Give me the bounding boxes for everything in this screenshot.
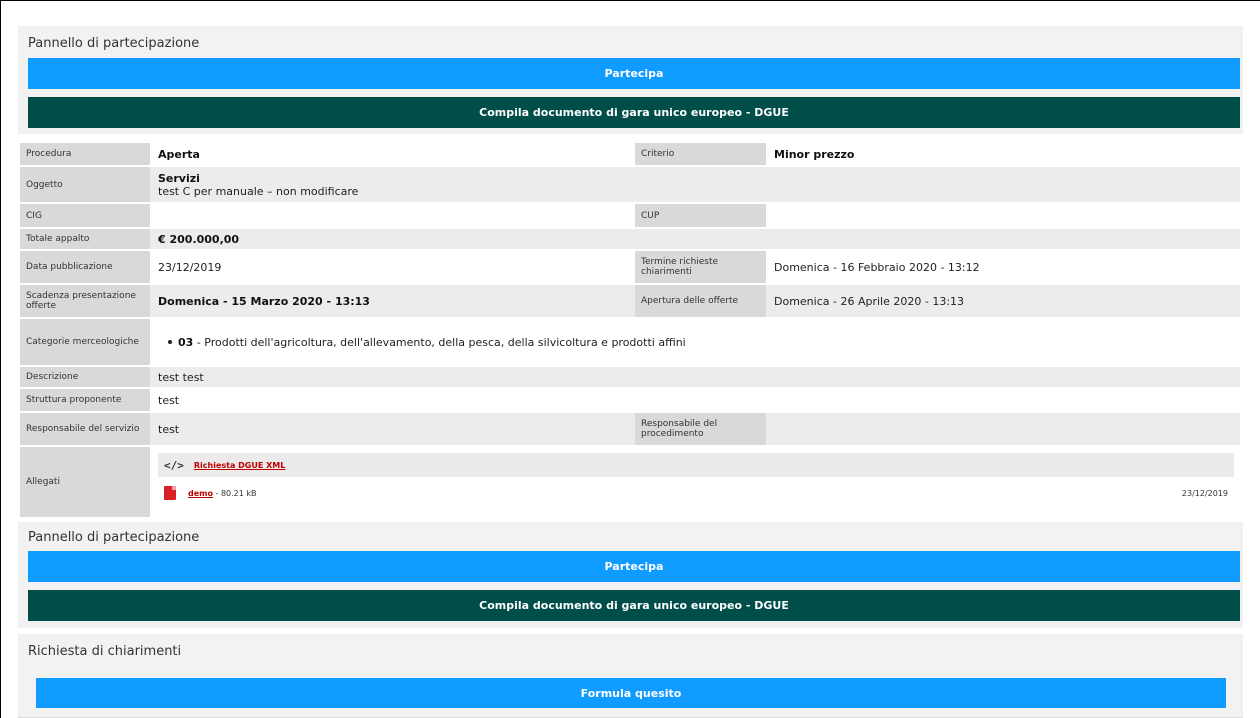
label-cig: CIG	[20, 204, 150, 227]
value-procedura: Aperta	[150, 143, 635, 165]
label-totale: Totale appalto	[20, 229, 150, 249]
label-data-pubblicazione: Data pubblicazione	[20, 251, 150, 283]
value-scadenza: Domenica - 15 Marzo 2020 - 13:13	[150, 285, 635, 317]
value-struttura: test	[150, 389, 1240, 411]
xml-download-link[interactable]: Richiesta DGUE XML	[194, 461, 285, 470]
value-termine-chiarimenti: Domenica - 16 Febbraio 2020 - 13:12	[766, 251, 1240, 283]
value-totale: € 200.000,00	[150, 229, 1240, 249]
pdf-icon	[164, 486, 176, 500]
value-apertura: Domenica - 26 Aprile 2020 - 13:13	[766, 285, 1240, 317]
label-scadenza: Scadenza presentazione offerte	[20, 285, 150, 317]
label-descrizione: Descrizione	[20, 367, 150, 387]
label-apertura: Apertura delle offerte	[635, 285, 766, 317]
value-oggetto: Servizi test C per manuale – non modific…	[150, 167, 1240, 202]
value-categorie: 03 - Prodotti dell'agricoltura, dell'all…	[150, 319, 1240, 365]
label-cup: CUP	[635, 204, 766, 227]
value-allegati: </> Richiesta DGUE XML demo - 80.21 kB 2…	[150, 447, 1240, 517]
label-allegati: Allegati	[20, 447, 150, 517]
label-struttura: Struttura proponente	[20, 389, 150, 411]
oggetto-desc: test C per manuale – non modificare	[158, 184, 359, 198]
row-data-pubblicazione: Data pubblicazione 23/12/2019 Termine ri…	[20, 251, 1240, 283]
clarification-panel: Richiesta di chiarimenti Formula quesito	[18, 634, 1243, 718]
oggetto-title: Servizi	[158, 171, 200, 185]
row-cig: CIG CUP	[20, 204, 1240, 227]
panel-title: Pannello di partecipazione	[28, 36, 200, 51]
bullet-icon	[168, 340, 172, 344]
label-resp-procedimento: Responsabile del procedimento	[635, 413, 766, 445]
row-procedura: Procedura Aperta Criterio Minor prezzo	[20, 143, 1240, 165]
value-resp-servizio: test	[150, 413, 635, 445]
formula-quesito-button[interactable]: Formula quesito	[36, 678, 1226, 708]
row-scadenza: Scadenza presentazione offerte Domenica …	[20, 285, 1240, 317]
dgue-button[interactable]: Compila documento di gara unico europeo …	[28, 590, 1240, 621]
label-resp-servizio: Responsabile del servizio	[20, 413, 150, 445]
dgue-button[interactable]: Compila documento di gara unico europeo …	[28, 97, 1240, 128]
categoria-code: 03	[178, 335, 194, 349]
row-oggetto: Oggetto Servizi test C per manuale – non…	[20, 167, 1240, 202]
value-cig	[150, 204, 635, 227]
value-data-pubblicazione: 23/12/2019	[150, 251, 635, 283]
pdf-download-link[interactable]: demo	[188, 489, 213, 498]
row-allegati: Allegati </> Richiesta DGUE XML demo - 8…	[20, 447, 1240, 517]
row-totale: Totale appalto € 200.000,00	[20, 229, 1240, 249]
row-responsabili: Responsabile del servizio test Responsab…	[20, 413, 1240, 445]
label-oggetto: Oggetto	[20, 167, 150, 202]
participate-button[interactable]: Partecipa	[28, 58, 1240, 89]
pdf-size: - 80.21 kB	[212, 488, 257, 498]
pdf-date: 23/12/2019	[1181, 488, 1228, 498]
categoria-text: - Prodotti dell'agricoltura, dell'alleva…	[193, 335, 686, 349]
attachment-pdf: demo - 80.21 kB 23/12/2019	[158, 481, 1234, 505]
panel-title: Pannello di partecipazione	[28, 530, 200, 545]
value-cup	[766, 204, 1240, 227]
participate-button[interactable]: Partecipa	[28, 551, 1240, 582]
value-resp-procedimento	[766, 413, 1240, 445]
attachment-xml: </> Richiesta DGUE XML	[158, 453, 1234, 477]
participation-panel-bottom: Pannello di partecipazione Partecipa Com…	[18, 522, 1243, 628]
label-termine-chiarimenti: Termine richieste chiarimenti	[635, 251, 766, 283]
categoria-item: 03 - Prodotti dell'agricoltura, dell'all…	[168, 336, 686, 349]
label-criterio: Criterio	[635, 143, 766, 165]
label-categorie: Categorie merceologiche	[20, 319, 150, 365]
row-categorie: Categorie merceologiche 03 - Prodotti de…	[20, 319, 1240, 365]
label-procedura: Procedura	[20, 143, 150, 165]
code-icon: </>	[164, 458, 184, 472]
row-struttura: Struttura proponente test	[20, 389, 1240, 411]
value-descrizione: test test	[150, 367, 1240, 387]
panel-title: Richiesta di chiarimenti	[28, 644, 182, 659]
value-criterio: Minor prezzo	[766, 143, 1240, 165]
row-descrizione: Descrizione test test	[20, 367, 1240, 387]
participation-panel-top: Pannello di partecipazione Partecipa Com…	[18, 26, 1243, 134]
